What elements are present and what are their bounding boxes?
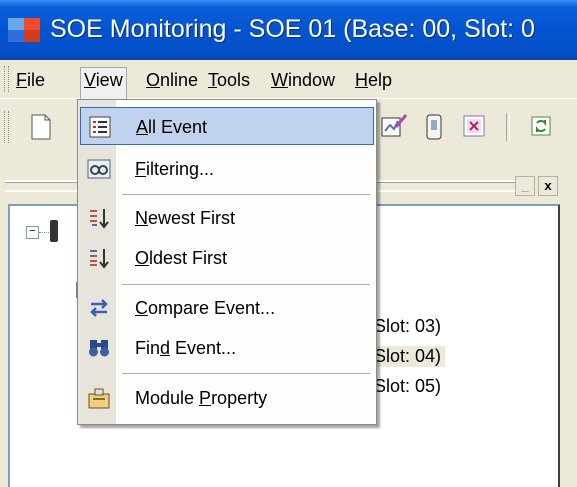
menu-view[interactable]: View — [80, 67, 127, 99]
menu-tools[interactable]: Tools — [204, 67, 254, 94]
menu-item-module-property[interactable]: Module Property — [80, 379, 374, 417]
sort-newest-icon — [87, 206, 111, 230]
module-property-icon — [87, 386, 111, 410]
menu-bar: File View Online Tools Window Help — [0, 60, 577, 99]
tree-node-slot-03[interactable]: Slot: 03) — [374, 316, 441, 337]
root-node-icon — [50, 220, 58, 242]
menu-item-label: Oldest First — [135, 248, 228, 268]
edit-chart-icon[interactable] — [380, 109, 408, 143]
menu-item-oldest-first[interactable]: Oldest First — [80, 239, 374, 277]
compare-icon — [87, 296, 111, 320]
menu-separator — [122, 373, 370, 374]
menu-item-label: Module Property — [135, 388, 268, 408]
menu-separator — [122, 284, 370, 285]
menu-separator — [122, 194, 370, 195]
new-document-icon[interactable] — [28, 109, 54, 143]
tree-node-slot-05[interactable]: Slot: 05) — [374, 376, 441, 397]
toolbar-grip[interactable] — [4, 111, 9, 143]
menu-file[interactable]: File — [12, 67, 49, 94]
menu-item-all-event[interactable]: All Event — [80, 107, 374, 145]
view-menu-dropdown: All Event Filtering... Newest First Olde… — [77, 99, 377, 425]
menu-item-label: Newest First — [135, 208, 236, 228]
clear-icon[interactable] — [461, 109, 487, 143]
title-bar[interactable]: SOE Monitoring - SOE 01 (Base: 00, Slot:… — [0, 0, 577, 60]
close-button[interactable]: x — [538, 176, 558, 196]
menu-item-label: Compare Event... — [135, 298, 276, 318]
menu-item-label: All Event — [136, 117, 208, 137]
device-icon[interactable] — [421, 109, 447, 143]
tree-connector — [39, 232, 49, 233]
menu-help[interactable]: Help — [351, 67, 396, 94]
menu-window[interactable]: Window — [267, 67, 339, 94]
app-icon — [8, 18, 40, 42]
window-title: SOE Monitoring - SOE 01 (Base: 00, Slot:… — [50, 15, 535, 43]
sort-oldest-icon — [87, 246, 111, 270]
menu-item-find-event[interactable]: Find Event... — [80, 329, 374, 367]
minimize-button[interactable]: _ — [515, 176, 535, 196]
menubar-grip[interactable] — [4, 66, 9, 92]
toolbar-separator — [506, 113, 510, 141]
menu-online[interactable]: Online — [142, 67, 202, 94]
list-icon — [88, 115, 112, 139]
refresh-icon[interactable] — [528, 109, 554, 143]
menu-item-compare-event[interactable]: Compare Event... — [80, 289, 374, 327]
filter-icon — [87, 157, 111, 181]
menu-item-filtering[interactable]: Filtering... — [80, 150, 374, 188]
menu-item-label: Filtering... — [135, 159, 215, 179]
menu-item-newest-first[interactable]: Newest First — [80, 199, 374, 237]
collapse-icon[interactable]: − — [26, 226, 39, 239]
binoculars-icon — [87, 336, 111, 360]
tree-node-slot-04[interactable]: Slot: 04) — [374, 346, 446, 367]
menu-item-label: Find Event... — [135, 338, 237, 358]
